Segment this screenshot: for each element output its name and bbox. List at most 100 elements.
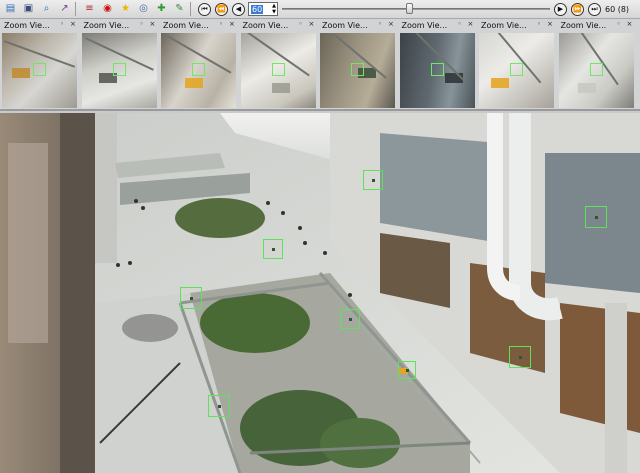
close-panel-icon[interactable]: × xyxy=(70,20,76,28)
zoom-view-image xyxy=(240,33,316,108)
zoom-view-title-text: Zoom Vie... xyxy=(163,21,209,30)
playback-controls-left: ⏮ ⏪ ◀ xyxy=(194,2,245,16)
zoom-view-title: Zoom Vie... ◦ × xyxy=(0,19,79,32)
first-frame-icon[interactable]: ⏮ xyxy=(198,2,211,16)
track-list-icon[interactable]: ≡ xyxy=(82,2,97,17)
zoom-view-panel[interactable]: Zoom Vie... ◦ × xyxy=(557,19,636,111)
track-bounding-box[interactable] xyxy=(208,395,230,417)
zoom-track-box xyxy=(351,63,364,76)
target-icon[interactable]: ◎ xyxy=(136,2,151,17)
zoom-object-shape xyxy=(185,78,203,88)
zoom-view-title: Zoom Vie... ◦ × xyxy=(318,19,397,32)
float-panel-icon[interactable]: ◦ xyxy=(60,20,64,28)
track-center-dot xyxy=(406,369,409,372)
track-center-dot xyxy=(372,179,375,182)
zoom-railing-shape xyxy=(573,33,619,86)
last-frame-icon[interactable]: ⏭ xyxy=(588,2,601,16)
frame-number-value: 60 xyxy=(251,4,264,14)
zoom-track-box xyxy=(430,63,444,76)
spin-arrows-icon[interactable]: ▲ ▼ xyxy=(272,3,276,15)
float-panel-icon[interactable]: ◦ xyxy=(219,20,223,28)
float-panel-icon[interactable]: ◦ xyxy=(378,20,382,28)
edit-track-icon[interactable]: ✎ xyxy=(172,2,187,17)
track-bounding-box[interactable] xyxy=(180,287,202,309)
zoom-view-title-text: Zoom Vie... xyxy=(4,21,50,30)
video-frame-view[interactable] xyxy=(0,113,640,473)
zoom-view-title-text: Zoom Vie... xyxy=(322,21,368,30)
toolbar-separator xyxy=(190,2,191,16)
toolbar-separator xyxy=(75,2,76,16)
close-panel-icon[interactable]: × xyxy=(229,20,235,28)
prev-fast-icon[interactable]: ⏪ xyxy=(215,2,228,16)
close-panel-icon[interactable]: × xyxy=(627,20,633,28)
zoom-view-panel[interactable]: Zoom Vie... ◦ × xyxy=(398,19,477,111)
zoom-view-image xyxy=(399,33,475,108)
slider-handle[interactable] xyxy=(406,3,413,14)
track-bounding-box[interactable] xyxy=(363,170,383,190)
toolbar-icon-group: ▤ ▣ ⌕ ↗ ≡ ◉ ★ ◎ ✚ ✎ xyxy=(0,2,187,17)
zoom-view-panel[interactable]: Zoom Vie... ◦ × xyxy=(477,19,556,111)
zoom-track-box xyxy=(33,63,46,76)
close-panel-icon[interactable]: × xyxy=(468,20,474,28)
track-bounding-box[interactable] xyxy=(585,206,607,228)
zoom-object-shape xyxy=(271,83,290,93)
zoom-view-panel[interactable]: Zoom Vie... ◦ × xyxy=(0,19,79,111)
float-panel-icon[interactable]: ◦ xyxy=(617,20,621,28)
zoom-view-title: Zoom Vie... ◦ × xyxy=(80,19,159,32)
zoom-view-panel[interactable]: Zoom Vie... ◦ × xyxy=(80,19,159,111)
zoom-object-shape xyxy=(12,68,30,78)
close-panel-icon[interactable]: × xyxy=(547,20,553,28)
zoom-track-box xyxy=(112,63,126,76)
close-panel-icon[interactable]: × xyxy=(309,20,315,28)
track-bounding-box[interactable] xyxy=(509,346,531,368)
zoom-view-panel[interactable]: Zoom Vie... ◦ × xyxy=(239,19,318,111)
track-center-dot xyxy=(272,248,275,251)
zoom-view-title: Zoom Vie... ◦ × xyxy=(557,19,636,32)
close-panel-icon[interactable]: × xyxy=(388,20,394,28)
camera-icon[interactable]: ▣ xyxy=(21,2,36,17)
frame-counter-label: 60 (8) xyxy=(605,4,630,14)
zoom-view-image xyxy=(81,33,157,108)
next-fast-icon[interactable]: ⏩ xyxy=(571,2,584,16)
play-icon[interactable]: ▶ xyxy=(554,2,567,16)
float-panel-icon[interactable]: ◦ xyxy=(140,20,144,28)
zoom-view-title: Zoom Vie... ◦ × xyxy=(477,19,556,32)
zoom-view-title-text: Zoom Vie... xyxy=(560,21,607,30)
frame-slider[interactable] xyxy=(282,2,550,16)
zoom-view-title: Zoom Vie... ◦ × xyxy=(398,19,477,32)
track-center-dot xyxy=(218,405,221,408)
mall-scene-image xyxy=(0,113,640,473)
zoom-view-title: Zoom Vie... ◦ × xyxy=(239,19,318,32)
add-icon[interactable]: ✚ xyxy=(154,2,169,17)
track-bounding-box[interactable] xyxy=(398,361,416,379)
close-panel-icon[interactable]: × xyxy=(150,20,156,28)
slider-track xyxy=(282,8,550,10)
record-icon[interactable]: ◉ xyxy=(100,2,115,17)
zoom-view-title: Zoom Vie... ◦ × xyxy=(159,19,238,32)
float-panel-icon[interactable]: ◦ xyxy=(299,20,303,28)
float-panel-icon[interactable]: ◦ xyxy=(458,20,462,28)
star-icon[interactable]: ★ xyxy=(118,2,133,17)
track-bounding-box[interactable] xyxy=(263,239,283,259)
zoom-view-image xyxy=(161,33,236,108)
zoom-object-shape xyxy=(577,83,596,93)
zoom-view-image xyxy=(320,33,395,108)
zoom-view-panel[interactable]: Zoom Vie... ◦ × xyxy=(159,19,238,111)
zoom-icon[interactable]: ⌕ xyxy=(39,2,54,17)
track-center-dot xyxy=(190,297,193,300)
track-center-dot xyxy=(519,356,522,359)
track-center-dot xyxy=(349,318,352,321)
frame-number-input[interactable]: 60 ▲ ▼ xyxy=(248,2,278,16)
prev-frame-icon[interactable]: ◀ xyxy=(232,2,245,16)
zoom-view-title-text: Zoom Vie... xyxy=(401,21,448,30)
zoom-view-image xyxy=(479,33,554,108)
zoom-view-panel[interactable]: Zoom Vie... ◦ × xyxy=(318,19,397,111)
track-bounding-box[interactable] xyxy=(340,309,360,329)
zoom-object-shape xyxy=(491,78,509,88)
chart-icon[interactable]: ↗ xyxy=(57,2,72,17)
zoom-track-box xyxy=(192,63,205,76)
float-panel-icon[interactable]: ◦ xyxy=(537,20,541,28)
zoom-track-box xyxy=(271,63,285,76)
playback-controls-right: ▶ ⏩ ⏭ xyxy=(550,2,601,16)
save-icon[interactable]: ▤ xyxy=(3,2,18,17)
